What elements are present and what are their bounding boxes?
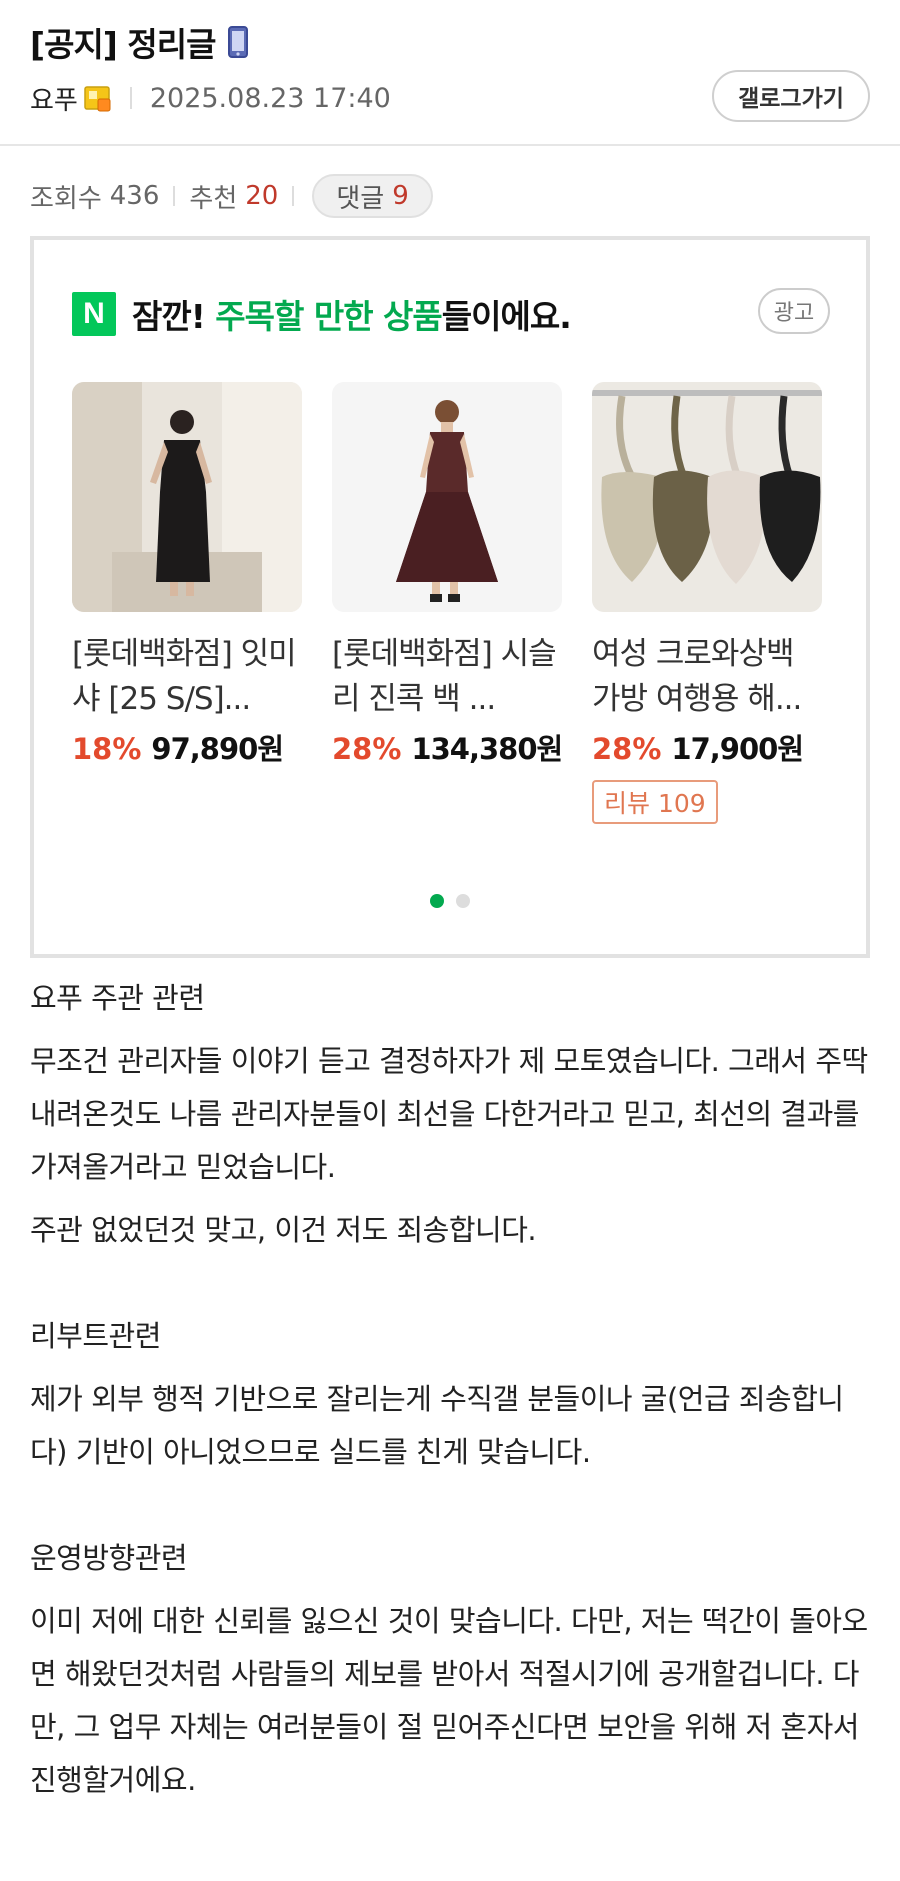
review-count-badge: 리뷰 109: [592, 780, 718, 824]
section-heading: 운영방향관련: [30, 1541, 188, 1575]
mobile-phone-icon: [227, 25, 249, 59]
manager-badge-icon: [84, 84, 112, 112]
paragraph: 제가 외부 행적 기반으로 잘리는게 수직갤 분들이나 굴(언급 죄송합니다) …: [30, 1382, 844, 1469]
product-discount: 18%: [72, 732, 142, 766]
recommend-label: 추천: [189, 183, 238, 214]
paragraph: 이미 저에 대한 신뢰를 잃으신 것이 맞습니다. 다만, 저는 떡간이 돌아오…: [30, 1604, 868, 1797]
stats-divider: [173, 186, 176, 206]
section-heading: 리부트관련: [30, 1319, 161, 1353]
views-count: 436: [109, 181, 160, 211]
product-price: 97,890원: [151, 732, 284, 766]
product-price-row: 28% 134,380원: [332, 726, 563, 768]
ad-banner: N 잠깐! 주목할 만한 상품들이에요. 광고 [롯데백화점] 잇미샤 [25 …: [30, 236, 870, 958]
carousel-dot-2[interactable]: [456, 894, 470, 908]
post-title: [공지] 정리글: [30, 25, 216, 64]
ad-title-suffix: 들이에요.: [441, 297, 572, 336]
carousel-dot-1[interactable]: [430, 894, 444, 908]
comments-label: 댓글: [336, 183, 385, 214]
stats-divider: [292, 186, 295, 206]
product-image-croissant-bags[interactable]: [592, 382, 822, 612]
product-discount: 28%: [592, 732, 662, 766]
ad-title: 잠깐! 주목할 만한 상품들이에요.: [132, 290, 572, 338]
paragraph: 주관 없었던것 맞고, 이건 저도 죄송합니다.: [30, 1213, 537, 1247]
product-card[interactable]: [롯데백화점] 시슬리 진콕 백 ... 28% 134,380원: [332, 382, 563, 824]
post-header: [공지] 정리글 요푸 2025.08.23 17:40 갤로그가기: [0, 0, 900, 146]
meta-divider: [129, 87, 132, 109]
recommend-count: 20: [245, 181, 279, 211]
section-heading: 요푸 주관 관련: [30, 981, 205, 1015]
product-image-black-dress[interactable]: [72, 382, 302, 612]
views-label: 조회수: [30, 183, 102, 214]
ad-title-prefix: 잠깐!: [132, 297, 216, 336]
product-name[interactable]: [롯데백화점] 잇미샤 [25 S/S]...: [72, 632, 302, 722]
post-meta: 요푸 2025.08.23 17:40: [30, 80, 391, 116]
product-image-check-dress[interactable]: [332, 382, 562, 612]
post-date: 2025.08.23 17:40: [149, 82, 391, 114]
product-discount: 28%: [332, 732, 402, 766]
carousel-pagination: [34, 894, 866, 908]
gallog-button[interactable]: 갤로그가기: [712, 70, 870, 122]
product-name[interactable]: 여성 크로와상백 가방 여행용 해...: [592, 632, 822, 722]
product-price: 17,900원: [671, 732, 804, 766]
product-price-row: 18% 97,890원: [72, 726, 302, 768]
paragraph: 무조건 관리자들 이야기 듣고 결정하자가 제 모토였습니다. 그래서 주딱 내…: [30, 1044, 868, 1184]
product-price-row: 28% 17,900원: [592, 726, 822, 768]
ad-title-highlight: 주목할 만한 상품: [215, 297, 442, 336]
ad-header: N 잠깐! 주목할 만한 상품들이에요.: [72, 290, 572, 338]
author-nickname[interactable]: 요푸: [30, 80, 78, 117]
title-row: [공지] 정리글: [30, 18, 249, 66]
ad-badge[interactable]: 광고: [758, 288, 830, 334]
product-price: 134,380원: [411, 732, 563, 766]
product-card[interactable]: 여성 크로와상백 가방 여행용 해... 28% 17,900원 리뷰 109: [592, 382, 822, 824]
product-carousel: [롯데백화점] 잇미샤 [25 S/S]... 18% 97,890원 [롯데백…: [72, 382, 822, 824]
comments-count: 9: [392, 181, 409, 211]
product-name[interactable]: [롯데백화점] 시슬리 진콕 백 ...: [332, 632, 562, 722]
comments-button[interactable]: 댓글 9: [312, 174, 433, 218]
post-content: 요푸 주관 관련 무조건 관리자들 이야기 듣고 결정하자가 제 모토였습니다.…: [30, 972, 870, 1807]
naver-logo-icon: N: [72, 292, 116, 336]
post-stats: 조회수 436 추천 20 댓글 9: [30, 172, 433, 220]
product-card[interactable]: [롯데백화점] 잇미샤 [25 S/S]... 18% 97,890원: [72, 382, 302, 824]
